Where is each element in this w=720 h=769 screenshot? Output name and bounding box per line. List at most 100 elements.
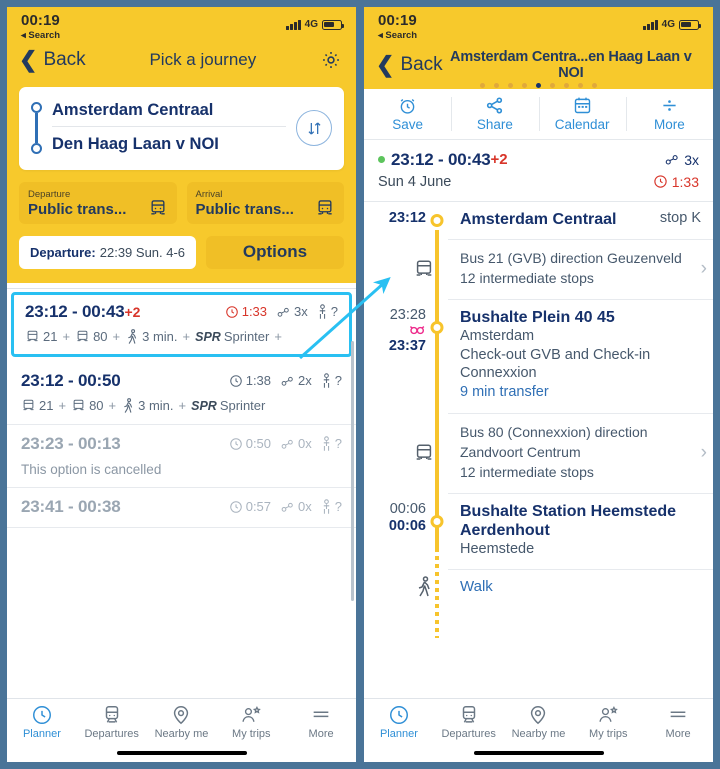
journey-crowding: ?	[321, 499, 342, 515]
train-code: SPR	[195, 329, 221, 344]
save-button[interactable]: Save	[364, 89, 451, 139]
departure-mode-selector[interactable]: Departure Public trans...	[19, 181, 177, 224]
tab-nearby-me[interactable]: Nearby me	[147, 704, 217, 740]
tab-more[interactable]: More	[286, 704, 356, 740]
left-status-bar: 00:19 ◂ Search 4G	[7, 7, 356, 43]
arrival-time: 23:28	[389, 306, 426, 323]
results-scrollbar[interactable]	[351, 340, 354, 601]
timeline-stop-row[interactable]: 23:12 Amsterdam Centraal stop K	[364, 202, 713, 239]
leg-line-2: Zandvoort Centrum	[460, 444, 581, 461]
status-left: 00:19 ◂ Search	[378, 13, 417, 41]
bus-icon	[27, 331, 38, 342]
journey-option-row[interactable]: 23:41 - 00:38 0:57 0x ?	[7, 487, 356, 528]
tab-nearby-me[interactable]: Nearby me	[504, 704, 574, 740]
calendar-button[interactable]: Calendar	[538, 89, 626, 139]
journey-crowding: ?	[317, 304, 338, 320]
dot[interactable]	[508, 82, 513, 88]
leg-separator: +	[62, 329, 71, 345]
dot[interactable]	[494, 82, 499, 88]
tab-label: Departures	[441, 727, 496, 740]
tab-planner[interactable]: Planner	[7, 704, 77, 740]
journey-row-header: 23:41 - 00:38 0:57 0x ?	[21, 497, 342, 517]
options-button[interactable]: Options	[206, 235, 344, 269]
journey-summary[interactable]: 23:12 - 00:43 +2 3x Sun 4 June 1:33	[364, 139, 713, 202]
tab-departures[interactable]: Departures	[434, 704, 504, 740]
journey-meta: 0:57 0x ?	[229, 499, 342, 515]
destination-input[interactable]: Den Haag Laan v NOI	[52, 131, 286, 160]
platform-label: stop K	[659, 209, 701, 226]
stop-city: Amsterdam	[460, 327, 535, 344]
departure-mode-value: Public trans...	[28, 200, 127, 218]
clock-icon	[225, 306, 238, 318]
network-label: 4G	[661, 19, 675, 30]
origin-input[interactable]: Amsterdam Centraal	[52, 97, 286, 126]
timeline-node-icon	[430, 514, 444, 528]
dot[interactable]	[578, 82, 583, 88]
transfer-icon	[281, 439, 293, 449]
origin-destination-card[interactable]: Amsterdam Centraal Den Haag Laan v NOI	[19, 86, 344, 170]
journey-option-row[interactable]: 23:12 - 00:50 1:38 2x ? 21 + 80 + 3 min.…	[7, 361, 356, 425]
timeline-leg-row[interactable]: Walk	[364, 568, 713, 605]
dot[interactable]	[480, 82, 485, 88]
back-button[interactable]: ❮ Back	[19, 48, 86, 71]
back-button[interactable]: ❮ Back	[376, 51, 443, 77]
journey-timeline[interactable]: 23:12 Amsterdam Centraal stop K Bus 21 (…	[364, 201, 713, 698]
leg-train: SPR Sprinter	[195, 329, 269, 344]
clock-icon	[32, 705, 51, 724]
more-button[interactable]: More	[625, 89, 713, 139]
journey-meta: 1:33 3x ?	[225, 304, 338, 320]
tab-my-trips[interactable]: My trips	[573, 704, 643, 740]
dot-active[interactable]	[536, 82, 541, 88]
transfer-note: 9 min transfer	[460, 384, 549, 401]
timeline-leg-row[interactable]: Bus 80 (Connexxion) direction Zandvoort …	[364, 412, 713, 493]
timeline-leg-content[interactable]: Bus 21 (GVB) direction Geuzenveld 12 int…	[416, 238, 713, 299]
journey-meta: 0:50 0x ?	[229, 436, 342, 452]
journey-row-header: 23:12 - 00:43 +2 1:33 3x ?	[25, 302, 338, 322]
tab-planner[interactable]: Planner	[364, 704, 434, 740]
status-back-to-app[interactable]: ◂ Search	[21, 30, 60, 41]
chevron-right-icon[interactable]: ›	[701, 442, 707, 464]
phone-left: 00:19 ◂ Search 4G ❮ Back Pick a journey	[0, 0, 360, 769]
tab-more[interactable]: More	[643, 704, 713, 740]
journey-results-list[interactable]: 23:12 - 00:43 +2 1:33 3x ? 21 + 80 + 3 m…	[7, 282, 356, 698]
page-indicator-dots[interactable]	[364, 82, 713, 88]
gear-icon[interactable]	[320, 49, 342, 71]
tab-my-trips[interactable]: My trips	[216, 704, 286, 740]
dot[interactable]	[564, 82, 569, 88]
share-button[interactable]: Share	[451, 89, 538, 139]
journey-option-row-cancelled[interactable]: 23:23 - 00:13 0:50 0x ? This option is c…	[7, 424, 356, 488]
timeline-leg-content[interactable]: Bus 80 (Connexxion) direction Zandvoort …	[416, 412, 713, 493]
timeline-leg-content[interactable]: Walk	[418, 568, 713, 605]
hamburger-icon	[313, 710, 329, 717]
home-indicator	[116, 750, 247, 755]
walk-icon	[124, 398, 133, 413]
stop-name: Bushalte Station Heemstede Aerdenhout	[460, 502, 677, 539]
phone-right: 00:19 ◂ Search 4G ❮ Back Amsterdam Centr…	[360, 0, 720, 769]
journey-option-row[interactable]: 23:12 - 00:43 +2 1:33 3x ? 21 + 80 + 3 m…	[11, 291, 352, 357]
timeline-transfer-row[interactable]: 23:28 23:37 Bushalte Plein 40 45 Amsterd…	[364, 298, 713, 413]
chevron-left-icon: ❮	[376, 51, 395, 77]
timeline-stop-content: Bushalte Station Heemstede Aerdenhout He…	[448, 492, 713, 569]
journey-crowding: ?	[321, 373, 342, 389]
chevron-right-icon[interactable]: ›	[701, 258, 707, 280]
tab-departures[interactable]: Departures	[77, 704, 147, 740]
timeline-stop-content: Amsterdam Centraal stop K	[448, 202, 713, 239]
leg-separator-trailing: +	[274, 329, 282, 345]
dot[interactable]	[522, 82, 527, 88]
left-screen: 00:19 ◂ Search 4G ❮ Back Pick a journey	[7, 7, 356, 762]
status-back-to-app[interactable]: ◂ Search	[378, 30, 417, 41]
departure-time-picker[interactable]: Departure: 22:39 Sun. 4-6	[19, 235, 197, 269]
tab-label: Nearby me	[511, 727, 566, 740]
arrival-mode-selector[interactable]: Arrival Public trans...	[186, 181, 344, 224]
origin-dot-icon	[31, 102, 42, 114]
leg-train: SPR Sprinter	[191, 398, 265, 413]
journey-transfers: 0x	[280, 499, 312, 514]
timeline-leg-row[interactable]: Bus 21 (GVB) direction Geuzenveld 12 int…	[364, 238, 713, 299]
dot[interactable]	[592, 82, 597, 88]
leg-separator: +	[178, 398, 187, 414]
tab-label: Departures	[84, 727, 139, 740]
page-title: Pick a journey	[149, 49, 257, 69]
dot[interactable]	[550, 82, 555, 88]
swap-button[interactable]	[296, 110, 332, 147]
timeline-stop-row[interactable]: 00:06 00:06 Bushalte Station Heemstede A…	[364, 492, 713, 569]
